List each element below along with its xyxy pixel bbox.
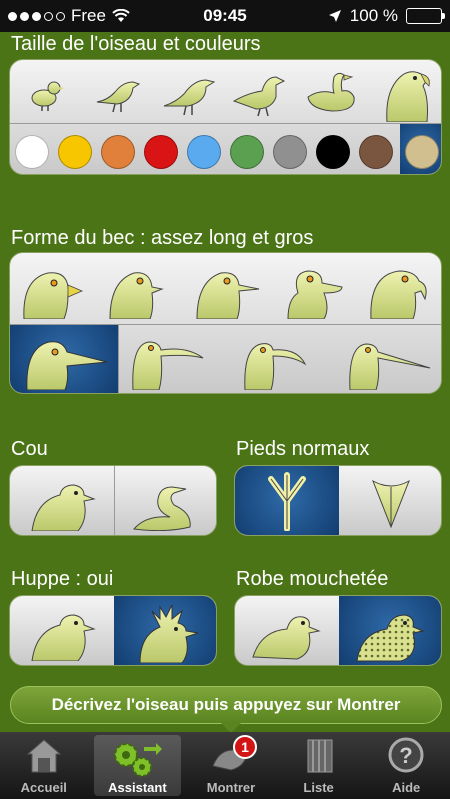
plumage-option-plain[interactable]: [235, 596, 339, 665]
sparrow-icon: [96, 80, 141, 112]
color-red[interactable]: [144, 135, 178, 169]
beak-option-hooked[interactable]: [356, 253, 441, 324]
beak-option-long-curved[interactable]: [118, 325, 226, 393]
beak-panel: [9, 252, 442, 394]
color-brown[interactable]: [359, 135, 393, 169]
neck-option-long[interactable]: [114, 466, 216, 535]
neck-panel: [9, 465, 217, 536]
location-arrow-icon: [328, 10, 341, 22]
svg-text:?: ?: [399, 743, 412, 768]
long-neck-icon: [133, 485, 191, 531]
tab-bar: Accueil Assistant 1 Montrer Liste ? Aide: [0, 732, 450, 799]
feet-option-normal[interactable]: [235, 466, 339, 535]
raptor-icon: [385, 70, 430, 122]
gears-icon: [114, 743, 163, 777]
tab-accueil[interactable]: Accueil: [0, 732, 88, 799]
beak-thin-icon: [195, 271, 259, 319]
color-gray[interactable]: [273, 135, 307, 169]
plumage-panel: [234, 595, 442, 666]
beak-option-long-thick[interactable]: [10, 325, 118, 393]
feet-title: Pieds normaux: [236, 438, 370, 460]
color-orange[interactable]: [101, 135, 135, 169]
beak-small-icon: [109, 271, 164, 319]
instruction-banner: Décrivez l'oiseau puis appuyez sur Montr…: [10, 686, 442, 733]
beak-short-icon: [23, 271, 84, 319]
size-colors-panel: [9, 59, 442, 175]
size-option-large[interactable]: [226, 60, 298, 123]
color-blue[interactable]: [187, 135, 221, 169]
crest-title: Huppe : oui: [11, 568, 114, 590]
battery-icon: [406, 8, 445, 24]
normal-foot-icon: [268, 471, 306, 531]
tab-assistant[interactable]: Assistant: [93, 735, 182, 796]
color-white[interactable]: [15, 135, 49, 169]
plumage-title: Robe mouchetée: [236, 568, 389, 590]
beak-option-small[interactable]: [96, 253, 182, 324]
crest-icon: [139, 604, 199, 663]
short-neck-icon: [31, 483, 96, 531]
small-bird-icon: [31, 81, 64, 111]
beak-option-duck[interactable]: [269, 253, 356, 324]
tab-montrer[interactable]: 1 Montrer: [187, 732, 275, 799]
crest-panel: [9, 595, 217, 666]
beak-option-long-straight[interactable]: [334, 325, 441, 393]
size-option-small[interactable]: [82, 60, 154, 123]
house-icon: [26, 739, 62, 773]
beak-duck-icon: [286, 269, 343, 319]
beak-option-short-cone[interactable]: [10, 253, 96, 324]
battery-percent: 100 %: [349, 6, 398, 25]
color-yellow[interactable]: [58, 135, 92, 169]
montrer-badge: 1: [232, 735, 257, 759]
status-bar: Free 09:45 100 %: [0, 0, 450, 32]
crest-option-no[interactable]: [10, 596, 114, 665]
size-option-tiny[interactable]: [10, 60, 82, 123]
size-colors-title: Taille de l'oiseau et couleurs: [11, 33, 261, 55]
no-crest-icon: [31, 613, 96, 661]
duck-icon: [307, 72, 355, 112]
beak-downcurved-icon: [244, 343, 307, 390]
neck-title: Cou: [11, 438, 48, 460]
color-black[interactable]: [316, 135, 350, 169]
color-beige[interactable]: [405, 135, 439, 169]
size-option-medium[interactable]: [154, 60, 226, 123]
plumage-option-speckled[interactable]: [339, 596, 441, 665]
plain-bird-icon: [252, 615, 321, 660]
beak-title: Forme du bec : assez long et gros: [11, 227, 314, 249]
beak-long-thick-icon: [26, 341, 108, 390]
webbed-foot-icon: [372, 479, 410, 528]
size-option-huge[interactable]: [370, 60, 441, 123]
help-icon: ?: [388, 737, 424, 773]
book-icon: [307, 739, 333, 773]
tab-aide[interactable]: ? Aide: [362, 732, 450, 799]
crest-option-yes[interactable]: [114, 596, 216, 665]
feet-panel: [234, 465, 442, 536]
pigeon-icon: [232, 75, 286, 116]
beak-curved-icon: [132, 341, 204, 390]
beak-option-thin[interactable]: [182, 253, 269, 324]
beak-straight-icon: [348, 343, 430, 390]
color-green[interactable]: [230, 135, 264, 169]
size-option-very-large[interactable]: [298, 60, 370, 123]
beak-hooked-icon: [369, 269, 427, 319]
feet-option-webbed[interactable]: [339, 466, 441, 535]
neck-option-short[interactable]: [10, 466, 114, 535]
beak-option-long-downcurved[interactable]: [226, 325, 334, 393]
thrush-icon: [163, 78, 216, 115]
tab-liste[interactable]: Liste: [275, 732, 363, 799]
speckled-bird-icon: [356, 613, 425, 661]
